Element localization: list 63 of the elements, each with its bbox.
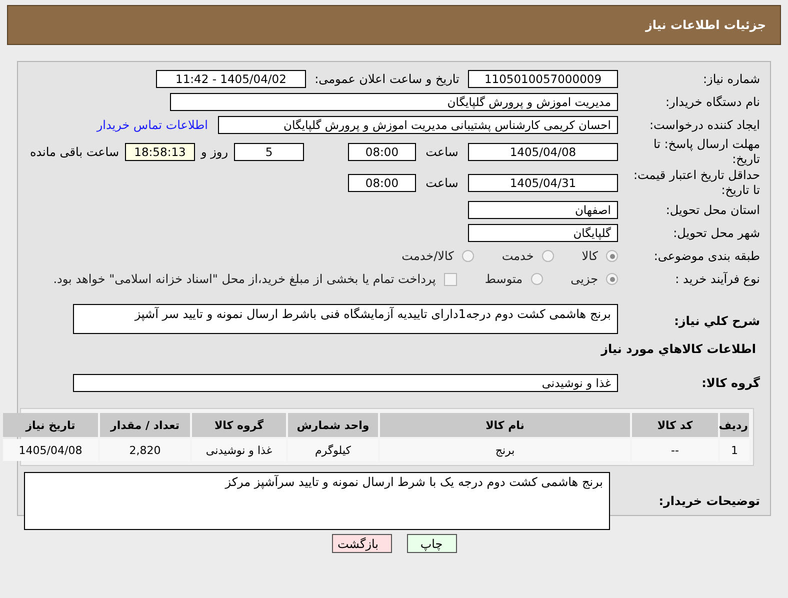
buyer-org-field[interactable]: مدیریت اموزش و پرورش گلپایگان: [170, 93, 618, 111]
field-label: استان محل تحویل:: [664, 203, 760, 217]
time-label: ساعت: [424, 176, 460, 190]
remaining-label: ساعت باقی مانده: [30, 145, 119, 159]
table-cell: 1: [720, 439, 749, 461]
field-label: نام دستگاه خریدار:: [664, 95, 760, 109]
column-header: ردیف: [720, 413, 749, 437]
field-label: نوع فرآیند خرید :: [674, 272, 760, 286]
back-button[interactable]: بازگشت: [332, 534, 392, 553]
field-label: شماره نیاز:: [702, 72, 760, 86]
checkbox[interactable]: [444, 272, 457, 286]
field-label: طبقه بندی موضوعی:: [652, 249, 760, 263]
checkbox-label: پرداخت تمام یا بخشی از مبلغ خرید،از محل "اسناد خزانه اسلامی" خواهد بود.: [53, 272, 436, 286]
validity-date-field[interactable]: 1405/04/31: [468, 174, 618, 192]
field-label: مهلت ارسال پاسخ: تا تاریخ:: [652, 137, 760, 167]
description-field[interactable]: برنج هاشمی کشت دوم درجه1دارای تاییدیه آزمایشگاه فنی باشرط ارسال نمونه و تایید سر آشپز: [73, 304, 618, 334]
announce-date-field[interactable]: 1405/04/02 - 11:42: [156, 70, 306, 88]
time-label: ساعت: [424, 145, 460, 159]
radio-label: کالا/خدمت: [402, 249, 454, 263]
goods-group-field[interactable]: غذا و نوشیدنی: [73, 374, 618, 392]
radio-button[interactable]: [530, 273, 543, 285]
province-field[interactable]: اصفهان: [468, 201, 618, 219]
field-label: شرح كلي نياز:: [673, 314, 760, 328]
column-header: تعداد / مقدار: [100, 413, 190, 437]
column-header: تاریخ نیاز: [3, 413, 98, 437]
radio-button[interactable]: [462, 250, 474, 262]
radio-label: کالا: [582, 249, 598, 263]
creator-field[interactable]: احسان کریمی کارشناس پشتیبانی مدیریت اموزش و پرورش گلپایگان: [218, 116, 618, 134]
print-button[interactable]: چاپ: [406, 534, 456, 553]
field-label: توضیحات خریدار:: [658, 494, 760, 508]
table-cell: --: [632, 439, 718, 461]
validity-time-field[interactable]: 08:00: [348, 174, 416, 192]
column-header: گروه کالا: [192, 413, 286, 437]
radio-label: متوسط: [484, 272, 523, 286]
field-label: تاریخ و ساعت اعلان عمومی:: [314, 72, 460, 86]
city-field[interactable]: گلپایگان: [468, 224, 618, 242]
field-label: شهر محل تحویل:: [672, 226, 760, 240]
table-cell: برنج: [380, 439, 630, 461]
buyer-contact-link[interactable]: اطلاعات تماس خریدار: [96, 118, 208, 132]
radio-button[interactable]: [606, 250, 618, 262]
days-field[interactable]: 5: [234, 143, 304, 161]
need-number-field[interactable]: 1105010057000009: [468, 70, 618, 88]
deadline-date-field[interactable]: 1405/04/08: [468, 143, 618, 161]
column-header: کد کالا: [632, 413, 718, 437]
table-cell: 1405/04/08: [3, 439, 98, 461]
column-header: نام کالا: [380, 413, 630, 437]
radio-label: خدمت: [502, 249, 534, 263]
deadline-time-field[interactable]: 08:00: [348, 143, 416, 161]
field-label: حداقل تاریخ اعتبار قیمت: تا تاریخ:: [632, 168, 760, 198]
remaining-time-field[interactable]: 18:58:13: [125, 143, 195, 161]
field-label: گروه کالا:: [700, 376, 760, 390]
days-label: روز و: [201, 145, 228, 159]
table-cell: 2,820: [100, 439, 190, 461]
radio-button[interactable]: [542, 250, 554, 262]
column-header: واحد شمارش: [288, 413, 378, 437]
table-cell: کیلوگرم: [288, 439, 378, 461]
radio-button[interactable]: [606, 273, 618, 285]
radio-label: جزیی: [570, 272, 598, 286]
table-cell: غذا و نوشیدنی: [192, 439, 286, 461]
section-title: اطلاعات كالاهاي مورد نياز: [600, 342, 756, 356]
page-title: جزئیات اطلاعات نیاز: [645, 18, 766, 32]
field-label: ایجاد کننده درخواست:: [648, 118, 760, 132]
buyer-notes-field[interactable]: برنج هاشمی کشت دوم درجه یک با شرط ارسال نمونه و تایید سرآشپز مرکز: [24, 472, 610, 530]
